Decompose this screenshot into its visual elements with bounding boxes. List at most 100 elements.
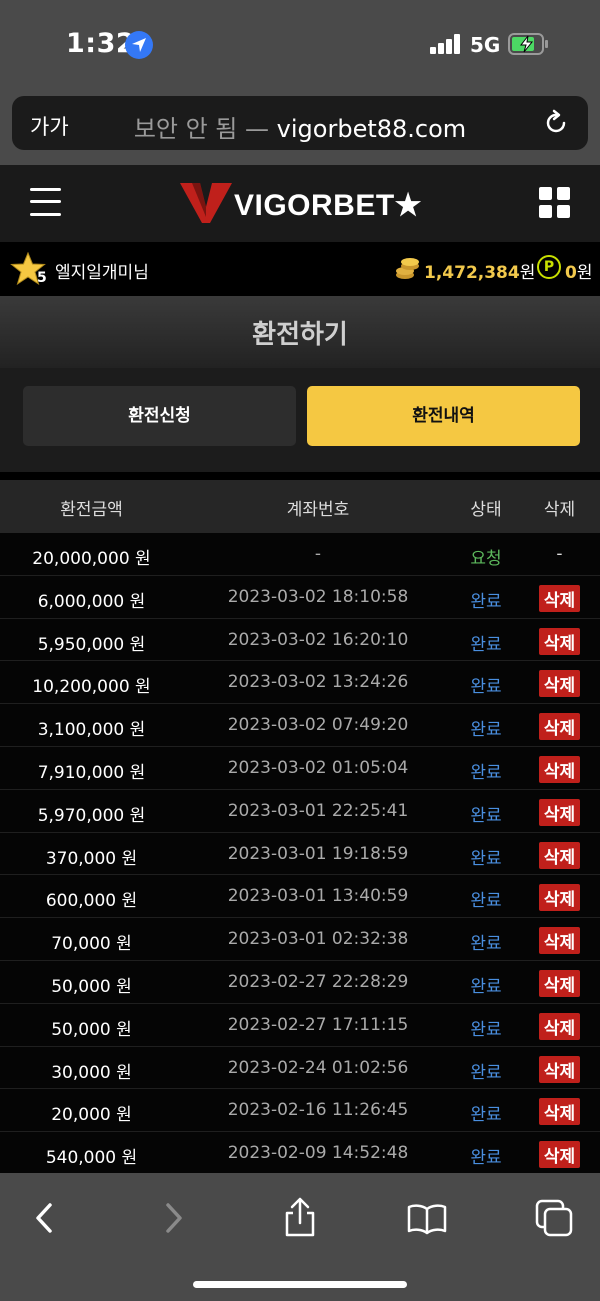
balance: 1,472,384원 <box>424 258 535 283</box>
row-status: 완료 <box>470 805 502 826</box>
row-delete-cell: 삭제 <box>519 755 600 783</box>
share-icon[interactable] <box>277 1195 323 1241</box>
row-datetime: 2023-03-01 13:40:59 <box>227 886 409 907</box>
row-status: 완료 <box>470 1019 502 1040</box>
location-arrow-icon <box>125 31 153 59</box>
battery-charging-icon <box>508 33 548 55</box>
row-amount: 3,100,000 원 <box>37 720 146 741</box>
header-status: 상태 <box>470 500 502 520</box>
row-status: 완료 <box>470 934 502 955</box>
table-row: 6,000,000 원 2023-03-02 18:10:58 완료 삭제 <box>0 576 600 619</box>
row-amount: 20,000,000 원 <box>32 549 151 569</box>
row-amount: 7,910,000 원 <box>37 762 146 783</box>
delete-button[interactable]: 삭제 <box>538 841 581 869</box>
delete-button[interactable]: 삭제 <box>538 1012 581 1040</box>
forward-icon[interactable] <box>150 1195 196 1241</box>
row-datetime: 2023-02-09 14:52:48 <box>227 1143 409 1164</box>
table-row: 50,000 원 2023-02-27 17:11:15 완료 삭제 <box>0 1004 600 1047</box>
delete-button[interactable]: 삭제 <box>538 713 581 741</box>
row-datetime: 2023-03-02 07:49:20 <box>227 715 409 736</box>
tabs-area: 환전신청 환전내역 <box>0 368 600 472</box>
row-delete-cell: 삭제 <box>519 969 600 997</box>
row-delete-cell: 삭제 <box>519 627 600 655</box>
tab-withdraw-history[interactable]: 환전내역 <box>307 386 580 446</box>
row-amount: 30,000 원 <box>51 1062 132 1083</box>
row-amount: 540,000 원 <box>45 1148 138 1169</box>
delete-button[interactable]: 삭제 <box>538 627 581 655</box>
header-delete: 삭제 <box>543 500 576 520</box>
delete-button[interactable]: 삭제 <box>538 670 581 698</box>
table-row: 30,000 원 2023-02-24 01:02:56 완료 삭제 <box>0 1047 600 1090</box>
row-status: 완료 <box>470 591 502 612</box>
table-row: 370,000 원 2023-03-01 19:18:59 완료 삭제 <box>0 833 600 876</box>
row-amount: 50,000 원 <box>51 1019 132 1040</box>
row-amount: 5,970,000 원 <box>37 805 146 826</box>
tab-withdraw-request[interactable]: 환전신청 <box>23 386 296 446</box>
delete-button[interactable]: 삭제 <box>538 798 581 826</box>
row-datetime: 2023-03-02 01:05:04 <box>227 757 409 778</box>
row-datetime: 2023-03-02 16:20:10 <box>227 629 409 650</box>
grid-menu-icon[interactable] <box>539 187 571 219</box>
table-row: 5,950,000 원 2023-03-02 16:20:10 완료 삭제 <box>0 619 600 662</box>
url-bar[interactable]: 가가 보안 안 됨 — vigorbet88.com <box>12 96 588 150</box>
reload-icon[interactable] <box>542 109 570 137</box>
delete-button[interactable]: 삭제 <box>538 584 581 612</box>
row-status: 완료 <box>470 634 502 655</box>
delete-placeholder: - <box>556 544 563 564</box>
table-body: 20,000,000 원 - 요청 - 6,000,000 원 2023-03-02 18… <box>0 533 600 1175</box>
network-label: 5G <box>470 33 501 57</box>
delete-button[interactable]: 삭제 <box>538 1141 581 1169</box>
table-row: 5,970,000 원 2023-03-01 22:25:41 완료 삭제 <box>0 790 600 833</box>
row-status: 완료 <box>470 891 502 912</box>
row-amount: 6,000,000 원 <box>37 591 146 612</box>
row-delete-cell: 삭제 <box>519 670 600 698</box>
delete-button[interactable]: 삭제 <box>538 1098 581 1126</box>
row-status: 완료 <box>470 1062 502 1083</box>
row-datetime: 2023-02-16 11:26:45 <box>227 1100 409 1121</box>
balance-unit: 원 <box>519 263 536 283</box>
delete-button[interactable]: 삭제 <box>538 755 581 783</box>
tabs-icon[interactable] <box>531 1195 577 1241</box>
delete-button[interactable]: 삭제 <box>538 969 581 997</box>
page-title-band: 환전하기 <box>0 296 600 368</box>
row-status: 완료 <box>470 1148 502 1169</box>
row-delete-cell: - <box>519 544 600 564</box>
page-title: 환전하기 <box>252 320 348 350</box>
table-row: 7,910,000 원 2023-03-02 01:05:04 완료 삭제 <box>0 747 600 790</box>
hamburger-menu-icon[interactable] <box>30 188 61 216</box>
status-bar: 1:32 5G <box>0 0 600 90</box>
row-delete-cell: 삭제 <box>519 713 600 741</box>
row-delete-cell: 삭제 <box>519 798 600 826</box>
row-delete-cell: 삭제 <box>519 841 600 869</box>
points-value: 0 <box>565 263 577 283</box>
row-delete-cell: 삭제 <box>519 927 600 955</box>
table-row: 10,200,000 원 2023-03-02 13:24:26 완료 삭제 <box>0 661 600 705</box>
delete-button[interactable]: 삭제 <box>538 927 581 955</box>
row-amount: 50,000 원 <box>51 976 132 997</box>
row-delete-cell: 삭제 <box>519 884 600 912</box>
bookmarks-icon[interactable] <box>404 1195 450 1241</box>
back-icon[interactable] <box>22 1195 68 1241</box>
row-datetime: 2023-03-01 02:32:38 <box>227 929 409 950</box>
signal-strength-icon <box>430 34 462 54</box>
logo-text: VIGORBET★ <box>234 189 423 222</box>
delete-button[interactable]: 삭제 <box>538 884 581 912</box>
table-row: 3,100,000 원 2023-03-02 07:49:20 완료 삭제 <box>0 704 600 747</box>
row-delete-cell: 삭제 <box>519 1012 600 1040</box>
row-status: 완료 <box>470 1105 502 1126</box>
row-status: 완료 <box>470 720 502 741</box>
points: 0원 <box>565 258 592 283</box>
user-level: 5 <box>37 270 47 286</box>
table-header: 환전금액 계좌번호 상태 삭제 <box>0 480 600 533</box>
table-row: 540,000 원 2023-02-09 14:52:48 완료 삭제 <box>0 1132 600 1175</box>
header-account: 계좌번호 <box>286 500 350 520</box>
row-datetime: 2023-03-01 19:18:59 <box>227 843 409 864</box>
url-text[interactable]: 보안 안 됨 — vigorbet88.com <box>12 109 588 144</box>
table-row: 20,000,000 원 - 요청 - <box>0 533 600 576</box>
browser-toolbar <box>0 1173 600 1301</box>
delete-button[interactable]: 삭제 <box>538 1055 581 1083</box>
username: 엘지일개미님 <box>55 263 149 283</box>
row-datetime: 2023-03-02 13:24:26 <box>227 672 409 693</box>
row-amount: 600,000 원 <box>45 891 138 912</box>
row-amount: 370,000 원 <box>45 848 138 869</box>
